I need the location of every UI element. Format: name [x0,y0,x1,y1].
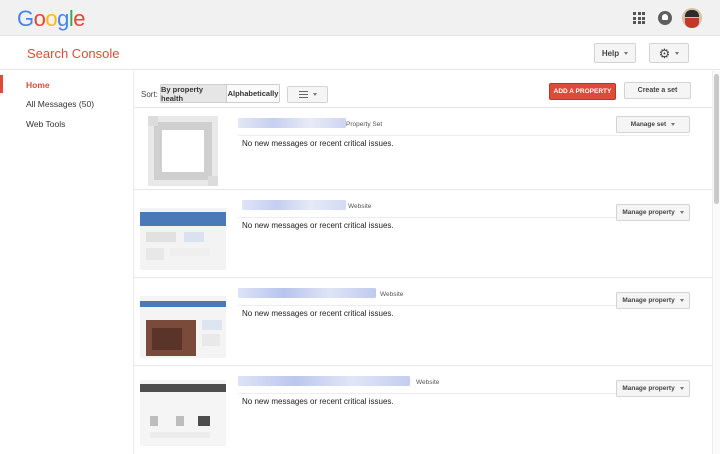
sort-label: Sort: [141,90,158,99]
product-title[interactable]: Search Console [27,46,120,61]
manage-property-button[interactable]: Manage property [616,292,690,309]
manage-set-button[interactable]: Manage set [616,116,690,133]
property-status: No new messages or recent critical issue… [242,309,394,318]
logo-letter: o [33,6,46,31]
help-button[interactable]: Help [594,43,636,63]
property-name-redacted[interactable] [238,288,376,298]
create-set-button[interactable]: Create a set [624,82,691,99]
property-name-redacted[interactable] [238,118,346,128]
chevron-down-icon [679,299,684,302]
property-name-redacted[interactable] [238,376,410,386]
sidebar-item-web-tools[interactable]: Web Tools [26,119,65,129]
chevron-down-icon [679,211,684,214]
chevron-down-icon [312,93,317,96]
logo-letter: g [57,6,69,31]
add-property-button[interactable]: ADD A PROPERTY [549,83,616,100]
property-type: Property Set [346,121,383,128]
active-indicator [0,75,3,93]
sidebar-item-home[interactable]: Home [26,80,50,90]
property-card: Property Set No new messages or recent c… [134,107,720,195]
manage-property-button[interactable]: Manage property [616,380,690,397]
chevron-down-icon [624,51,629,55]
property-thumbnail[interactable] [140,114,226,188]
settings-button[interactable]: ⚙ [649,43,689,63]
property-thumbnail[interactable] [140,284,226,358]
property-type: Website [348,203,372,210]
sort-by-health-button[interactable]: By property health [160,84,227,103]
property-card: Website No new messages or recent critic… [134,277,720,365]
sidebar: Home All Messages (50) Web Tools [0,71,134,454]
chevron-down-icon [675,51,680,55]
google-bar: Google [0,0,720,36]
property-name-redacted[interactable] [242,200,346,210]
property-status: No new messages or recent critical issue… [242,139,394,148]
manage-label: Manage property [622,297,675,304]
scrollbar-thumb[interactable] [714,74,719,204]
card-divider [238,135,689,136]
sort-alphabetically-button[interactable]: Alphabetically [226,84,280,103]
property-type: Website [416,379,440,386]
logo-letter: o [45,6,58,31]
manage-label: Manage set [630,121,667,128]
google-logo[interactable]: Google [17,6,86,32]
property-card: Website No new messages or recent critic… [134,189,720,277]
sidebar-item-all-messages[interactable]: All Messages (50) [26,99,94,109]
gear-icon: ⚙ [658,45,671,61]
property-type: Website [380,291,404,298]
manage-property-button[interactable]: Manage property [616,204,690,221]
view-toggle-button[interactable] [287,86,328,103]
apps-grid-icon[interactable] [633,12,645,24]
notifications-icon[interactable] [658,11,672,25]
property-card: Website No new messages or recent critic… [134,365,720,453]
list-view-icon [298,91,308,98]
chevron-down-icon [679,387,684,390]
account-avatar[interactable] [682,8,702,28]
logo-letter: e [73,6,86,31]
chevron-down-icon [671,123,676,126]
logo-letter: G [17,6,34,31]
help-label: Help [601,48,620,58]
property-thumbnail[interactable] [140,196,226,270]
property-status: No new messages or recent critical issue… [242,221,394,230]
manage-label: Manage property [622,209,675,216]
manage-label: Manage property [622,385,675,392]
property-thumbnail[interactable] [140,372,226,446]
property-status: No new messages or recent critical issue… [242,397,394,406]
